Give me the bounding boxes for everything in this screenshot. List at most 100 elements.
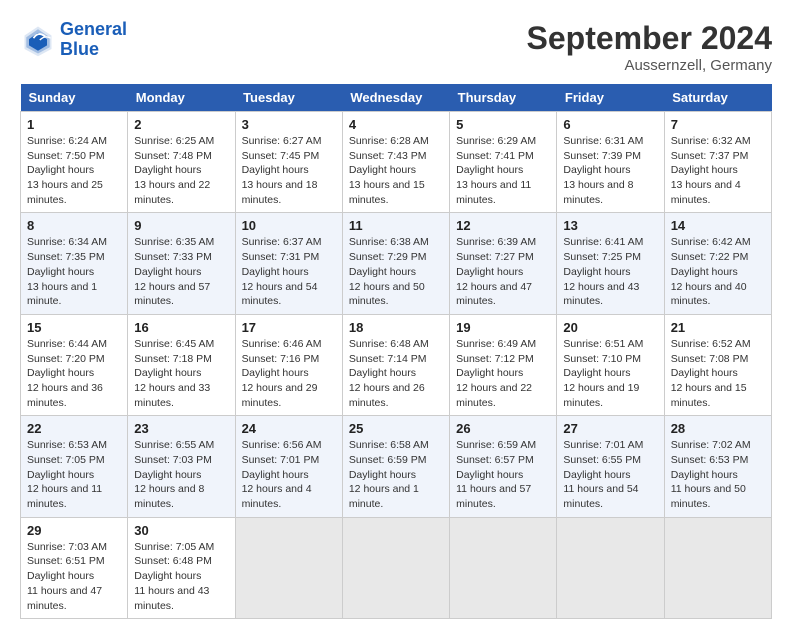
day-number: 23 xyxy=(134,421,228,436)
day-info: Sunrise: 7:03 AMSunset: 6:51 PMDaylight … xyxy=(27,540,121,613)
weekday-header: Sunday xyxy=(21,84,128,112)
calendar-cell: 14 Sunrise: 6:42 AMSunset: 7:22 PMDayligh… xyxy=(664,213,771,314)
calendar-table: SundayMondayTuesdayWednesdayThursdayFrid… xyxy=(20,84,772,619)
calendar-cell xyxy=(664,517,771,618)
day-info: Sunrise: 6:42 AMSunset: 7:22 PMDaylight … xyxy=(671,235,765,308)
day-info: Sunrise: 6:55 AMSunset: 7:03 PMDaylight … xyxy=(134,438,228,511)
calendar-cell: 21 Sunrise: 6:52 AMSunset: 7:08 PMDayligh… xyxy=(664,314,771,415)
day-info: Sunrise: 6:38 AMSunset: 7:29 PMDaylight … xyxy=(349,235,443,308)
calendar-cell xyxy=(235,517,342,618)
calendar-cell: 23 Sunrise: 6:55 AMSunset: 7:03 PMDayligh… xyxy=(128,416,235,517)
day-info: Sunrise: 6:29 AMSunset: 7:41 PMDaylight … xyxy=(456,134,550,207)
day-number: 20 xyxy=(563,320,657,335)
logo: General Blue xyxy=(20,20,127,60)
day-info: Sunrise: 6:39 AMSunset: 7:27 PMDaylight … xyxy=(456,235,550,308)
calendar-week-row: 29 Sunrise: 7:03 AMSunset: 6:51 PMDayligh… xyxy=(21,517,772,618)
calendar-header-row: SundayMondayTuesdayWednesdayThursdayFrid… xyxy=(21,84,772,112)
weekday-header: Saturday xyxy=(664,84,771,112)
day-number: 14 xyxy=(671,218,765,233)
day-info: Sunrise: 6:34 AMSunset: 7:35 PMDaylight … xyxy=(27,235,121,308)
day-info: Sunrise: 6:25 AMSunset: 7:48 PMDaylight … xyxy=(134,134,228,207)
day-info: Sunrise: 6:51 AMSunset: 7:10 PMDaylight … xyxy=(563,337,657,410)
calendar-cell: 8 Sunrise: 6:34 AMSunset: 7:35 PMDaylight… xyxy=(21,213,128,314)
calendar-cell: 18 Sunrise: 6:48 AMSunset: 7:14 PMDayligh… xyxy=(342,314,449,415)
calendar-cell: 5Sunrise: 6:29 AMSunset: 7:41 PMDaylight… xyxy=(450,112,557,213)
calendar-cell: 30 Sunrise: 7:05 AMSunset: 6:48 PMDayligh… xyxy=(128,517,235,618)
calendar-cell: 11 Sunrise: 6:38 AMSunset: 7:29 PMDayligh… xyxy=(342,213,449,314)
weekday-header: Thursday xyxy=(450,84,557,112)
weekday-header: Wednesday xyxy=(342,84,449,112)
day-number: 10 xyxy=(242,218,336,233)
weekday-header: Friday xyxy=(557,84,664,112)
day-number: 17 xyxy=(242,320,336,335)
day-number: 3 xyxy=(242,117,336,132)
calendar-week-row: 15Sunrise: 6:44 AMSunset: 7:20 PMDayligh… xyxy=(21,314,772,415)
calendar-week-row: 8 Sunrise: 6:34 AMSunset: 7:35 PMDaylight… xyxy=(21,213,772,314)
calendar-cell: 27 Sunrise: 7:01 AMSunset: 6:55 PMDayligh… xyxy=(557,416,664,517)
calendar-cell: 6 Sunrise: 6:31 AMSunset: 7:39 PMDaylight… xyxy=(557,112,664,213)
day-info: Sunrise: 6:28 AMSunset: 7:43 PMDaylight … xyxy=(349,134,443,207)
day-number: 8 xyxy=(27,218,121,233)
calendar-cell: 13Sunrise: 6:41 AMSunset: 7:25 PMDayligh… xyxy=(557,213,664,314)
location: Aussernzell, Germany xyxy=(527,57,772,74)
logo-icon xyxy=(20,22,56,58)
day-number: 19 xyxy=(456,320,550,335)
day-number: 9 xyxy=(134,218,228,233)
day-info: Sunrise: 7:05 AMSunset: 6:48 PMDaylight … xyxy=(134,540,228,613)
day-number: 26 xyxy=(456,421,550,436)
day-info: Sunrise: 6:58 AMSunset: 6:59 PMDaylight … xyxy=(349,438,443,511)
day-number: 11 xyxy=(349,218,443,233)
calendar-cell: 26 Sunrise: 6:59 AMSunset: 6:57 PMDayligh… xyxy=(450,416,557,517)
calendar-cell: 29 Sunrise: 7:03 AMSunset: 6:51 PMDayligh… xyxy=(21,517,128,618)
day-number: 21 xyxy=(671,320,765,335)
month-title: September 2024 xyxy=(527,20,772,57)
calendar-cell: 19 Sunrise: 6:49 AMSunset: 7:12 PMDayligh… xyxy=(450,314,557,415)
day-info: Sunrise: 6:49 AMSunset: 7:12 PMDaylight … xyxy=(456,337,550,410)
weekday-header: Monday xyxy=(128,84,235,112)
day-number: 12 xyxy=(456,218,550,233)
calendar-cell xyxy=(450,517,557,618)
day-number: 24 xyxy=(242,421,336,436)
day-number: 28 xyxy=(671,421,765,436)
calendar-cell: 24 Sunrise: 6:56 AMSunset: 7:01 PMDayligh… xyxy=(235,416,342,517)
calendar-cell: 20 Sunrise: 6:51 AMSunset: 7:10 PMDayligh… xyxy=(557,314,664,415)
day-number: 29 xyxy=(27,523,121,538)
day-info: Sunrise: 6:48 AMSunset: 7:14 PMDaylight … xyxy=(349,337,443,410)
day-number: 1 xyxy=(27,117,121,132)
logo-text2: Blue xyxy=(60,40,127,60)
calendar-cell: 3 Sunrise: 6:27 AMSunset: 7:45 PMDaylight… xyxy=(235,112,342,213)
calendar-cell: 25 Sunrise: 6:58 AMSunset: 6:59 PMDayligh… xyxy=(342,416,449,517)
day-info: Sunrise: 6:35 AMSunset: 7:33 PMDaylight … xyxy=(134,235,228,308)
day-number: 6 xyxy=(563,117,657,132)
calendar-cell: 2 Sunrise: 6:25 AMSunset: 7:48 PMDaylight… xyxy=(128,112,235,213)
calendar-cell xyxy=(342,517,449,618)
calendar-cell: 10Sunrise: 6:37 AMSunset: 7:31 PMDayligh… xyxy=(235,213,342,314)
day-number: 22 xyxy=(27,421,121,436)
day-number: 2 xyxy=(134,117,228,132)
day-number: 30 xyxy=(134,523,228,538)
calendar-cell: 7Sunrise: 6:32 AMSunset: 7:37 PMDaylight… xyxy=(664,112,771,213)
weekday-header: Tuesday xyxy=(235,84,342,112)
day-number: 25 xyxy=(349,421,443,436)
day-info: Sunrise: 6:32 AMSunset: 7:37 PMDaylight … xyxy=(671,134,765,207)
day-info: Sunrise: 7:02 AMSunset: 6:53 PMDaylight … xyxy=(671,438,765,511)
day-info: Sunrise: 6:27 AMSunset: 7:45 PMDaylight … xyxy=(242,134,336,207)
day-info: Sunrise: 6:52 AMSunset: 7:08 PMDaylight … xyxy=(671,337,765,410)
calendar-week-row: 22 Sunrise: 6:53 AMSunset: 7:05 PMDayligh… xyxy=(21,416,772,517)
day-info: Sunrise: 6:59 AMSunset: 6:57 PMDaylight … xyxy=(456,438,550,511)
calendar-cell: 16Sunrise: 6:45 AMSunset: 7:18 PMDayligh… xyxy=(128,314,235,415)
title-block: September 2024 Aussernzell, Germany xyxy=(527,20,772,74)
day-info: Sunrise: 6:56 AMSunset: 7:01 PMDaylight … xyxy=(242,438,336,511)
day-number: 15 xyxy=(27,320,121,335)
day-info: Sunrise: 7:01 AMSunset: 6:55 PMDaylight … xyxy=(563,438,657,511)
calendar-cell: 15Sunrise: 6:44 AMSunset: 7:20 PMDayligh… xyxy=(21,314,128,415)
day-info: Sunrise: 6:31 AMSunset: 7:39 PMDaylight … xyxy=(563,134,657,207)
day-number: 27 xyxy=(563,421,657,436)
day-info: Sunrise: 6:46 AMSunset: 7:16 PMDaylight … xyxy=(242,337,336,410)
day-number: 4 xyxy=(349,117,443,132)
calendar-cell: 12 Sunrise: 6:39 AMSunset: 7:27 PMDayligh… xyxy=(450,213,557,314)
day-number: 13 xyxy=(563,218,657,233)
day-number: 18 xyxy=(349,320,443,335)
calendar-week-row: 1Sunrise: 6:24 AMSunset: 7:50 PMDaylight… xyxy=(21,112,772,213)
day-info: Sunrise: 6:53 AMSunset: 7:05 PMDaylight … xyxy=(27,438,121,511)
